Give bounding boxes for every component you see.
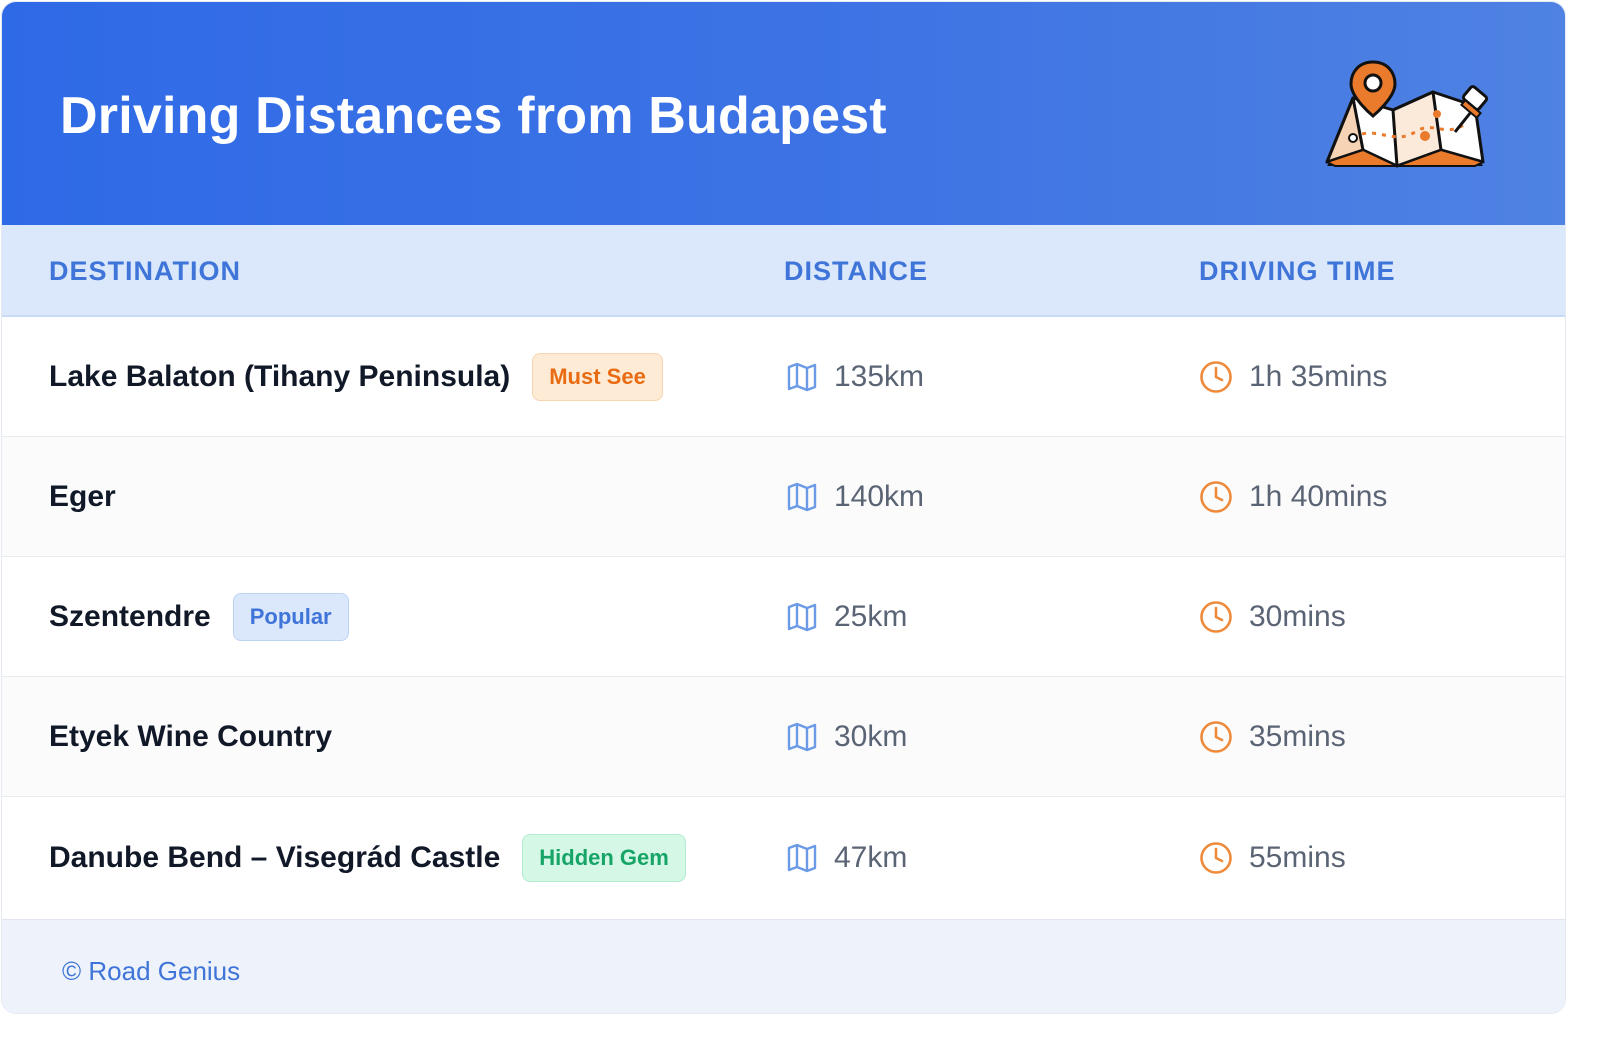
table-row: Danube Bend – Visegrád Castle Hidden Gem… [2,797,1565,920]
column-header-distance: DISTANCE [784,256,929,286]
driving-time-cell: 1h 35mins [1199,317,1387,436]
page-title: Driving Distances from Budapest [60,87,887,145]
table-row: Eger 140km 1h 40mins [2,437,1565,557]
distance-value: 140km [834,479,925,513]
map-icon [787,843,817,873]
destination-name: Eger [49,479,116,513]
status-badge: Hidden Gem [522,834,686,882]
clock-icon [1200,360,1232,393]
map-icon [787,602,817,631]
driving-time-value: 55mins [1249,841,1346,874]
map-pin-illustration [1325,60,1489,168]
destination-name: Lake Balaton (Tihany Peninsula) [49,359,511,393]
map-icon [787,482,817,511]
destination-cell: Szentendre Popular [49,557,349,676]
distance-cell: 135km [786,317,924,436]
destination-name: Etyek Wine Country [49,719,333,753]
destination-cell: Etyek Wine Country [49,677,332,796]
destination-cell: Eger [49,437,116,556]
driving-time-cell: 35mins [1199,677,1346,796]
distance-value: 47km [834,841,908,874]
map-icon [787,722,817,751]
distance-cell: 30km [786,677,907,796]
status-badge: Popular [232,592,349,641]
footer-credit: © Road Genius [62,956,241,986]
distance-cell: 47km [786,797,907,919]
table-header: DESTINATION DISTANCE DRIVING TIME [2,225,1565,317]
clock-icon [1200,600,1232,633]
table-row: Lake Balaton (Tihany Peninsula) Must See… [2,317,1565,437]
destination-name: Szentendre [49,599,211,633]
driving-time-cell: 30mins [1199,557,1346,676]
driving-time-value: 30mins [1249,599,1346,633]
driving-time-value: 1h 35mins [1249,359,1388,393]
table-row: Etyek Wine Country 30km 35mins [2,677,1565,797]
driving-time-value: 35mins [1249,719,1346,753]
footer: © Road Genius [2,920,1565,1013]
distance-cell: 140km [786,437,924,556]
map-icon [787,362,817,391]
table-row: Szentendre Popular 25km 30mins [2,557,1565,677]
card-header: Driving Distances from Budapest [2,2,1565,225]
column-header-driving-time: DRIVING TIME [1199,256,1396,286]
distances-card: Driving Distances from Budapest DESTINAT… [2,2,1565,1013]
destination-name: Danube Bend – Visegrád Castle [49,841,501,874]
distance-value: 135km [834,359,925,393]
table-body: Lake Balaton (Tihany Peninsula) Must See… [2,317,1565,920]
clock-icon [1200,480,1232,513]
distance-value: 30km [834,719,908,753]
destination-cell: Lake Balaton (Tihany Peninsula) Must See [49,317,663,436]
driving-time-value: 1h 40mins [1249,479,1388,513]
clock-icon [1200,720,1232,753]
driving-time-cell: 55mins [1199,797,1346,919]
destination-cell: Danube Bend – Visegrád Castle Hidden Gem [49,797,686,919]
distance-value: 25km [834,599,908,633]
column-header-destination: DESTINATION [49,256,241,286]
distance-cell: 25km [786,557,907,676]
driving-time-cell: 1h 40mins [1199,437,1387,556]
status-badge: Must See [532,352,663,401]
clock-icon [1200,842,1232,874]
